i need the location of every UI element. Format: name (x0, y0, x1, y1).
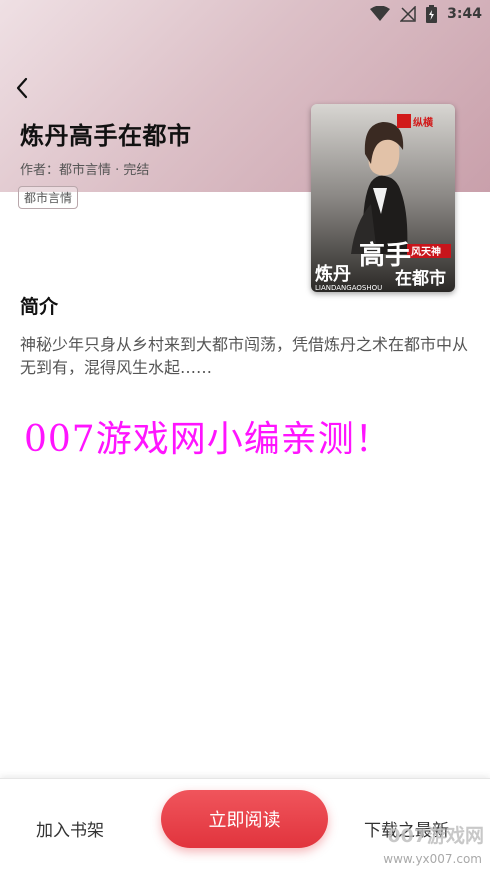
status-bar: 3:44 (370, 3, 482, 25)
cover-title-2: 高手 (359, 240, 411, 271)
add-to-shelf-button[interactable]: 加入书架 (36, 816, 104, 841)
no-signal-icon (400, 6, 416, 22)
synopsis-text: 神秘少年只身从乡村来到大都市闯荡，凭借炼丹之术在都市中从无到有，混得风生水起…… (20, 335, 469, 377)
wifi-icon (370, 6, 391, 22)
book-title: 炼丹高手在都市 (20, 122, 192, 150)
read-now-button[interactable]: 立即阅读 (161, 790, 328, 848)
book-cover-image: 纵横 风天神 炼丹 高手 在都市 LIANDANGAOSHOU (311, 104, 455, 292)
cover-pinyin: LIANDANGAOSHOU (315, 284, 382, 292)
genre-tag[interactable]: 都市言情 (18, 186, 79, 209)
clock-time: 3:44 (447, 6, 482, 22)
chevron-left-icon (16, 77, 28, 99)
cover-title-1: 炼丹 (315, 263, 351, 285)
battery-icon (426, 5, 438, 23)
publisher-name: 纵横 (413, 116, 434, 129)
tester-watermark: 007游戏网小编亲测！ (24, 419, 392, 460)
synopsis-heading: 简介 (20, 296, 59, 318)
book-author-status: 作者：都市言情 · 完结 (20, 163, 150, 178)
site-watermark-url: www.yx007.com (383, 852, 482, 866)
back-button[interactable] (10, 74, 34, 102)
publisher-logo (397, 114, 411, 128)
cover-title-3: 在都市 (395, 268, 446, 289)
cover-badge: 风天神 (411, 245, 441, 258)
site-watermark-name: 007游戏网 (387, 825, 484, 847)
